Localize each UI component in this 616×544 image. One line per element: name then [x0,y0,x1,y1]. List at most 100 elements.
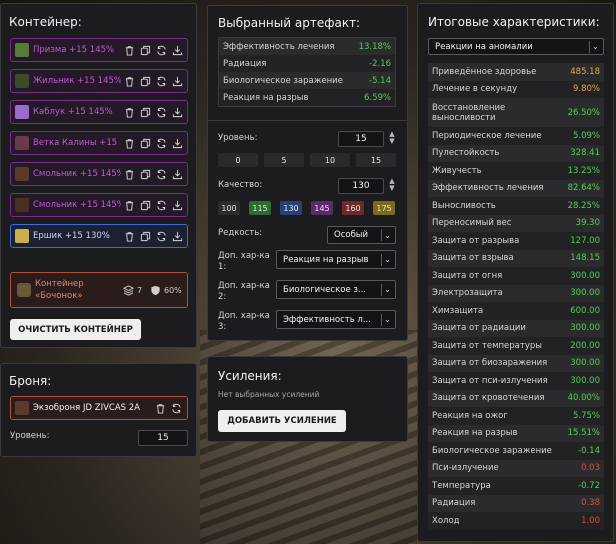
stat-label: Радиация [432,498,476,509]
swap-icon[interactable] [156,200,167,211]
quality-preset-100[interactable]: 100 [218,201,240,215]
final-stat-row: Реакция на разрыв 15.51% [428,424,604,442]
final-title: Итоговые характеристики: [428,15,600,29]
extra-stat-label-line2: 3: [218,322,227,332]
item-tools [124,231,187,242]
quality-preset-160[interactable]: 160 [342,201,364,215]
copy-icon[interactable] [140,231,151,242]
stat-value: 9.80% [572,84,600,95]
trash-icon[interactable] [124,231,135,242]
swap-icon[interactable] [156,138,167,149]
trash-icon[interactable] [124,76,135,87]
level-preset-15[interactable]: 15 [356,153,396,167]
box-protection: 60% [164,286,182,295]
extra-stat-label-line1: Доп. хар-ка [218,251,270,261]
extra-stat-select[interactable]: Эффективность л... ⌄ [276,310,396,329]
level-stepper[interactable]: ▲ ▼ [388,131,396,145]
stat-label: Переносимый вес [432,218,512,229]
final-filter-select[interactable]: Реакции на аномалии ⌄ [428,38,604,55]
swap-icon[interactable] [156,76,167,87]
clear-container-button[interactable]: ОЧИСТИТЬ КОНТЕЙНЕР [10,319,141,340]
stat-value: 26.50% [567,107,600,118]
copy-icon[interactable] [140,76,151,87]
chevron-down-icon: ⌄ [381,229,393,241]
container-item[interactable]: Ершик +15 130% [10,224,188,248]
trash-icon[interactable] [124,138,135,149]
copy-icon[interactable] [140,138,151,149]
artifact-divider [208,120,407,121]
final-stat-row: Защита от взрыва 148.15 [428,249,604,267]
extra-stat-select[interactable]: Биологическое з... ⌄ [276,280,396,299]
copy-icon[interactable] [140,107,151,118]
extra-stat-label: Доп. хар-ка 3: [218,311,270,333]
boosts-title: Усиления: [218,369,282,383]
copy-icon[interactable] [140,200,151,211]
add-boost-button[interactable]: ДОБАВИТЬ УСИЛЕНИЕ [218,410,346,432]
trash-icon[interactable] [124,45,135,56]
swap-icon[interactable] [156,107,167,118]
stat-label: Защита от температуры [432,340,542,351]
swap-icon[interactable] [156,169,167,180]
stat-label: Защита от взрыва [432,253,514,264]
download-icon[interactable] [172,107,183,118]
container-item[interactable]: Жильник +15 145% [10,69,188,93]
stat-value: 15.51% [567,428,600,439]
artifact-level-input[interactable]: 15 [338,131,384,147]
stat-value: 200.00 [570,340,600,351]
copy-icon[interactable] [140,169,151,180]
armor-thumb [15,401,29,415]
swap-icon[interactable] [171,403,182,414]
level-preset-10[interactable]: 10 [310,153,350,167]
stat-value: -5.14 [369,75,391,86]
final-stat-row: Пулестойкость 328.41 [428,144,604,162]
download-icon[interactable] [172,169,183,180]
container-item[interactable]: Смольник +15 145% [10,162,188,186]
stat-label: Пулестойкость [432,148,500,159]
extra-stat-select[interactable]: Реакция на разрыв ⌄ [276,250,396,269]
item-name: Ветка Калины +15 145% [33,138,121,148]
quality-preset-115[interactable]: 115 [249,201,271,215]
container-item[interactable]: Призма +15 145% [10,38,188,62]
stat-label: Химзащита [432,305,484,316]
trash-icon[interactable] [124,107,135,118]
download-icon[interactable] [172,231,183,242]
quality-preset-175[interactable]: 175 [373,201,395,215]
stat-label: Холод [432,515,460,526]
box-name: Контейнер «Бочонок» [35,279,84,301]
trash-icon[interactable] [124,169,135,180]
quality-stepper[interactable]: ▲ ▼ [388,178,396,192]
stat-value: 148.15 [570,253,600,264]
container-box[interactable]: Контейнер «Бочонок» 7 60% [10,272,188,308]
final-stat-row: Радиация 0.38 [428,494,604,512]
final-stat-row: Температура -0.72 [428,477,604,495]
quality-preset-145[interactable]: 145 [311,201,333,215]
final-stat-row: Лечение в секунду 9.80% [428,80,604,98]
copy-icon[interactable] [140,45,151,56]
download-icon[interactable] [172,45,183,56]
download-icon[interactable] [172,138,183,149]
stat-value: 600.00 [570,305,600,316]
container-item[interactable]: Каблук +15 145% [10,100,188,124]
chevron-down-icon: ⌄ [589,40,601,53]
swap-icon[interactable] [156,45,167,56]
artifact-quality-input[interactable]: 130 [338,178,384,194]
rarity-select[interactable]: Особый ⌄ [327,226,396,244]
trash-icon[interactable] [124,200,135,211]
level-preset-5[interactable]: 5 [264,153,304,167]
trash-icon[interactable] [155,403,166,414]
level-preset-0[interactable]: 0 [218,153,258,167]
armor-level-input[interactable]: 15 [138,430,188,446]
artifact-stat-row: Эффективность лечения 13.18% [219,38,395,55]
download-icon[interactable] [172,200,183,211]
quality-preset-130[interactable]: 130 [280,201,302,215]
stat-value: 0.38 [581,498,600,509]
download-icon[interactable] [172,76,183,87]
stat-label: Защита от биозаражения [432,358,548,369]
swap-icon[interactable] [156,231,167,242]
stat-value: -0.72 [578,480,600,491]
armor-item[interactable]: Экзоброня JD ZIVCAS 2A [10,396,188,420]
stat-value: 13.25% [567,165,600,176]
container-item[interactable]: Смольник +15 145% [10,193,188,217]
container-item[interactable]: Ветка Калины +15 145% [10,131,188,155]
artifact-thumb [15,229,29,243]
